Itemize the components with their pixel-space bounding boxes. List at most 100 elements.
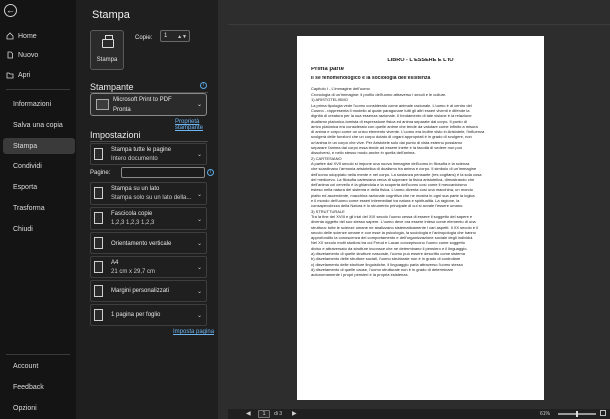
printer-properties-link[interactable]: Proprietà stampante [175, 119, 218, 131]
pages-per-sheet-dropdown[interactable]: 1 pagina per foglio ⌄ [90, 304, 207, 326]
chevron-down-icon: ⌄ [196, 217, 202, 223]
chevron-down-icon: ⌄ [196, 265, 202, 271]
nav-print[interactable]: Stampa [3, 138, 75, 154]
copies-label: Copie: [135, 35, 153, 41]
document-line: La prima tipologia vede l'uomo considera… [311, 102, 472, 108]
document-line: un'anima in un corpo che vive. Per Arist… [311, 139, 463, 145]
settings-section-header: Impostazioni [90, 130, 141, 140]
sides-value: Stampa su un lato [111, 186, 160, 192]
document-line: 3) STRUTTURALE [311, 208, 345, 214]
document-line: dell'anima col cervello è la ghiandola e… [311, 182, 467, 188]
document-line: b) disvelamento delle strutture sociali,… [311, 256, 461, 262]
zoom-slider-thumb[interactable] [576, 411, 578, 417]
document-line: Tra la fine del XVIII e gli inizi del XI… [311, 213, 473, 219]
nav-info[interactable]: Informazioni [3, 96, 75, 112]
print-button-label: Stampa [96, 57, 118, 63]
copies-stepper[interactable]: 1 ▲▼ [160, 30, 190, 42]
document-line: struttura: tutte le scienze umane ne ana… [311, 224, 478, 230]
nav-transform-label: Trasforma [13, 204, 45, 212]
nav-export[interactable]: Esporta [3, 179, 75, 195]
document-line: d) disvelamento di quelle cause, l'uomo … [311, 266, 454, 272]
nav-save-copy-label: Salva una copia [13, 121, 63, 129]
fit-page-icon[interactable] [600, 410, 606, 416]
nav-save-copy[interactable]: Salva una copia [3, 117, 75, 133]
copies-value: 1 [164, 33, 168, 39]
orientation-dropdown[interactable]: Orientamento verticale ⌄ [90, 232, 207, 254]
document-line: che scardinano l'armonia aristotelica di… [311, 166, 477, 172]
nav-account[interactable]: Account [3, 358, 75, 374]
previous-page-icon[interactable]: ◀ [246, 410, 251, 417]
nav-transform[interactable]: Trasforma [3, 200, 75, 216]
print-range-dropdown[interactable]: Stampa tutte le pagine Intero documento … [90, 143, 207, 165]
document-line: consapevolezza della Natura è lo strumen… [311, 203, 464, 209]
nav-account-label: Account [13, 362, 39, 370]
document-part: Prima parte [311, 67, 345, 72]
backstage-nav: ← Home Nuovo Apri Informazioni Salva una… [0, 0, 76, 419]
collate-value: Fascicola copie [111, 211, 153, 217]
printer-info-icon[interactable]: i [200, 82, 207, 89]
back-arrow-icon[interactable]: ← [4, 4, 17, 17]
pdf-printer-icon [96, 99, 109, 110]
chevron-down-icon: ⌄ [196, 313, 202, 319]
zoom-level: 61% [540, 411, 551, 417]
nav-share-label: Condividi [13, 162, 42, 170]
printer-status: Pronta [113, 107, 131, 113]
pages-per-sheet-value: 1 pagina per foglio [111, 312, 161, 318]
print-range-value: Stampa tutte le pagine [111, 147, 172, 153]
paper-size-dropdown[interactable]: A4 21 cm x 29,7 cm ⌄ [90, 256, 207, 278]
page-title: Stampa [92, 9, 130, 21]
document-line: dissolversi, e nello stesso modo anche i… [311, 150, 416, 156]
nav-share[interactable]: Condividi [3, 158, 75, 174]
nav-home[interactable]: Home [3, 28, 75, 44]
collate-detail: 1,2,3 1,2,3 1,2,3 [111, 220, 155, 226]
document-line: e il mondo dell'uomo come esseri interme… [311, 198, 460, 203]
print-settings-panel: Stampa Stampa Copie: 1 ▲▼ Stampante i Mi… [76, 0, 218, 419]
nav-feedback[interactable]: Feedback [3, 379, 75, 395]
document-line: esteso nella natura del sistema e della … [311, 187, 473, 193]
nav-divider [6, 89, 70, 90]
document-line: 1) ARISTOTELISMO [311, 97, 348, 103]
nav-info-label: Informazioni [13, 100, 52, 108]
portrait-icon [94, 237, 103, 249]
new-document-icon [6, 51, 14, 59]
nav-close[interactable]: Chiudi [3, 221, 75, 237]
pages-input[interactable] [121, 167, 205, 178]
margins-icon [94, 285, 103, 297]
print-button[interactable]: Stampa [90, 30, 124, 70]
chevron-down-icon: ⌄ [196, 289, 202, 295]
chevron-down-icon: ⌄ [196, 192, 202, 198]
nav-export-label: Esporta [13, 183, 38, 191]
sides-dropdown[interactable]: Stampa su un lato Stampa solo su un lato… [90, 182, 207, 205]
nav-new[interactable]: Nuovo [3, 47, 75, 63]
nav-open[interactable]: Apri [3, 67, 75, 83]
document-line: del medioevo. La filosofia cartesiana ce… [311, 176, 475, 182]
nav-options[interactable]: Opzioni [3, 400, 75, 416]
home-icon [6, 32, 14, 40]
nav-close-label: Chiudi [13, 225, 33, 233]
sides-detail: Stampa solo su un lato della... [111, 195, 192, 201]
pages-label: Pagine: [90, 170, 111, 176]
paper-size-detail: 21 cm x 29,7 cm [111, 269, 156, 275]
document-line: Cosmo - rappresenta il modello al quale … [311, 107, 470, 113]
print-range-detail: Intero documento [111, 156, 158, 162]
pages-info-icon[interactable]: i [207, 169, 214, 176]
document-line: c) disvelamento delle strutture linguist… [311, 261, 463, 267]
document-line: autonomamente i propri pensieri e la pro… [311, 272, 409, 278]
document-line: di anima e corpo come un unico elemento … [311, 129, 485, 135]
stepper-arrows-icon[interactable]: ▲▼ [177, 32, 187, 42]
current-page-input[interactable]: 1 [258, 410, 270, 418]
page-setup-link[interactable]: Imposta pagina [173, 329, 214, 335]
document-line: A partire dal XVII secolo si impone una … [311, 160, 470, 166]
collate-dropdown[interactable]: Fascicola copie 1,2,3 1,2,3 1,2,3 ⌄ [90, 207, 207, 230]
printer-select[interactable]: Microsoft Print to PDF Pronta ⌄ [90, 93, 207, 116]
margins-dropdown[interactable]: Margini personalizzati ⌄ [90, 280, 207, 302]
nav-new-label: Nuovo [18, 51, 39, 59]
next-page-icon[interactable]: ▶ [292, 410, 297, 417]
document-line: secolo delle scienze umane e con esse la… [311, 229, 476, 235]
printer-section-header: Stampante [90, 82, 134, 92]
printer-icon [102, 35, 114, 48]
document-line: dignità di creatura per la sua essenza r… [311, 113, 472, 119]
document-line: Cronologia di un'immagine: il profilo de… [311, 92, 447, 97]
document-title: LIBRO - L'ESSERE E L'IO [387, 58, 454, 63]
document-line: Nel XX secolo molti studiosi tra cui Fre… [311, 240, 465, 246]
